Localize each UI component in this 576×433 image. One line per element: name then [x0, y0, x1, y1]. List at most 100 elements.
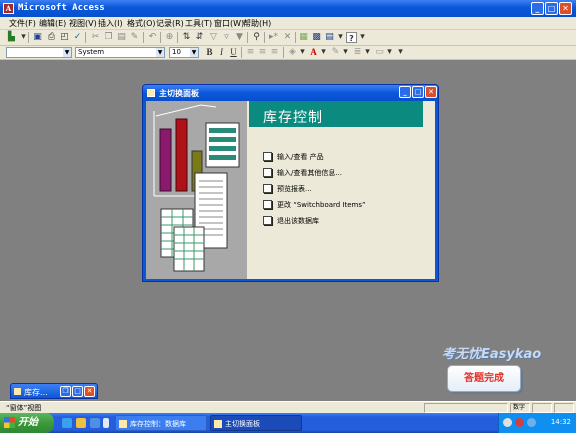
copy-icon[interactable]: ❐	[103, 32, 114, 43]
menu-tools[interactable]: 工具(T)	[185, 18, 212, 29]
minimize-button[interactable]: _	[531, 2, 544, 15]
spelling-icon[interactable]: ✓	[72, 32, 83, 43]
print-icon[interactable]: ⎙	[46, 32, 57, 43]
volume-icon[interactable]	[527, 418, 536, 427]
dropdown-arrow-icon[interactable]: ▾	[384, 47, 395, 58]
toolbar-separator	[295, 32, 296, 43]
new-object-icon[interactable]: ▤	[324, 32, 335, 43]
switchboard-header: 库存控制	[249, 101, 423, 127]
database-icon	[14, 388, 21, 395]
sort-ascending-icon[interactable]: ⇅	[181, 32, 192, 43]
menu-file[interactable]: 文件(F)	[9, 18, 36, 29]
access-key-icon[interactable]: A	[3, 3, 14, 14]
font-size-combo[interactable]: 10 ▼	[169, 47, 199, 58]
switchboard-window[interactable]: 主切换面板 _ □ ✕ 库存控制 输入/查看 产品 输入/查看其他信息... 预…	[142, 84, 439, 282]
menu-view[interactable]: 视图(V)	[69, 18, 97, 29]
switchboard-item-button[interactable]	[263, 184, 272, 193]
switchboard-menu-area: 库存控制 输入/查看 产品 输入/查看其他信息... 预览报表... 更改 “S…	[249, 101, 435, 279]
underline-button[interactable]: U	[228, 47, 239, 58]
restore-button[interactable]: ❐	[60, 386, 71, 397]
switchboard-title-bar[interactable]: 主切换面板 _ □ ✕	[143, 85, 438, 101]
undo-icon[interactable]: ↶	[147, 32, 158, 43]
switchboard-title: 主切换面板	[159, 89, 199, 98]
restore-button[interactable]: □	[412, 86, 424, 98]
start-label: 开始	[18, 417, 38, 428]
font-combo[interactable]: System ▼	[75, 47, 165, 58]
chevron-down-icon[interactable]: ▼	[156, 48, 164, 57]
clock[interactable]: 14:32	[551, 418, 571, 426]
formatting-toolbar: ▼ System ▼ 10 ▼ B I U ≡ ≡ ≡ ◈ ▾ A ▾ ✎ ▾ ≣ …	[0, 46, 576, 60]
switchboard-item-label: 更改 “Switchboard Items”	[277, 201, 366, 209]
quick-launch-chevron-icon[interactable]	[103, 418, 109, 428]
align-right-icon[interactable]: ≡	[269, 47, 280, 58]
minimize-button[interactable]: _	[399, 86, 411, 98]
toolbar-separator	[160, 32, 161, 43]
chevron-down-icon[interactable]: ▼	[190, 48, 198, 57]
filter-by-selection-icon[interactable]: ▽	[208, 32, 219, 43]
tray-app-icon[interactable]	[515, 418, 524, 427]
properties-icon[interactable]: ▦	[298, 32, 309, 43]
chevron-down-icon[interactable]: ▼	[63, 48, 71, 57]
menu-help[interactable]: 帮助(H)	[243, 18, 271, 29]
tray-expand-icon[interactable]	[503, 418, 512, 427]
app-title: Microsoft Access	[18, 3, 105, 13]
taskbar: 开始 库存控制：数据库 主切换面板 14:32	[0, 413, 576, 433]
close-button[interactable]: ✕	[559, 2, 572, 15]
find-icon[interactable]: ⚲	[251, 32, 262, 43]
bold-button[interactable]: B	[204, 47, 215, 58]
switchboard-item-button[interactable]	[263, 216, 272, 225]
toolbar-options-icon[interactable]: ▾	[357, 32, 368, 43]
switchboard-item-button[interactable]	[263, 168, 272, 177]
dropdown-arrow-icon[interactable]: ▾	[297, 47, 308, 58]
dropdown-arrow-icon[interactable]: ▾	[318, 47, 329, 58]
maximize-button[interactable]: □	[545, 2, 558, 15]
help-icon[interactable]: ?	[346, 32, 357, 43]
menu-edit[interactable]: 编辑(E)	[39, 18, 66, 29]
minimized-database-window[interactable]: 库存... ❐ □ ✕	[10, 383, 98, 399]
close-button[interactable]: ✕	[84, 386, 95, 397]
italic-button[interactable]: I	[216, 47, 227, 58]
database-window-icon[interactable]: ▩	[311, 32, 322, 43]
taskbar-item-database[interactable]: 库存控制：数据库	[115, 415, 207, 431]
font-value: System	[78, 48, 105, 56]
switchboard-item-button[interactable]	[263, 200, 272, 209]
access-icon	[119, 420, 127, 428]
insert-hyperlink-icon[interactable]: ⊕	[164, 32, 175, 43]
taskbar-item-switchboard[interactable]: 主切换面板	[210, 415, 302, 431]
switchboard-item-button[interactable]	[263, 152, 272, 161]
finish-exam-button[interactable]: 答题完成	[447, 365, 521, 392]
dropdown-arrow-icon[interactable]: ▾	[335, 32, 346, 43]
menu-window[interactable]: 窗口(W)	[214, 18, 244, 29]
format-painter-icon[interactable]: ✎	[129, 32, 140, 43]
toolbar-separator	[283, 47, 284, 58]
align-left-icon[interactable]: ≡	[245, 47, 256, 58]
print-preview-icon[interactable]: ◰	[59, 32, 70, 43]
form-icon	[147, 89, 155, 97]
close-button[interactable]: ✕	[425, 86, 437, 98]
paste-icon[interactable]: ▤	[116, 32, 127, 43]
align-center-icon[interactable]: ≡	[257, 47, 268, 58]
object-combo[interactable]: ▼	[6, 47, 72, 58]
start-button[interactable]: 开始	[0, 413, 54, 433]
switchboard-item-label: 输入/查看 产品	[277, 153, 324, 161]
app-title-bar[interactable]: A Microsoft Access _ □ ✕	[0, 0, 576, 17]
menu-format[interactable]: 格式(O)	[127, 18, 156, 29]
cut-icon[interactable]: ✂	[90, 32, 101, 43]
maximize-button[interactable]: □	[72, 386, 83, 397]
filter-by-form-icon[interactable]: ▿	[221, 32, 232, 43]
view-icon[interactable]: ▙	[6, 32, 17, 43]
new-record-icon[interactable]: ▸*	[268, 32, 279, 43]
show-desktop-icon[interactable]	[90, 418, 100, 428]
delete-record-icon[interactable]: ✕	[282, 32, 293, 43]
apply-filter-icon[interactable]: ▼	[234, 32, 245, 43]
dropdown-arrow-icon[interactable]: ▾	[340, 47, 351, 58]
internet-explorer-icon[interactable]	[62, 418, 72, 428]
dropdown-arrow-icon[interactable]: ▾	[362, 47, 373, 58]
menu-insert[interactable]: 插入(I)	[98, 18, 123, 29]
sort-descending-icon[interactable]: ⇵	[194, 32, 205, 43]
outlook-icon[interactable]	[76, 418, 86, 428]
menu-records[interactable]: 记录(R)	[156, 18, 184, 29]
toolbar-options-icon[interactable]: ▾	[395, 47, 406, 58]
save-icon[interactable]: ▣	[32, 32, 43, 43]
switchboard-item-label: 输入/查看其他信息...	[277, 169, 343, 177]
